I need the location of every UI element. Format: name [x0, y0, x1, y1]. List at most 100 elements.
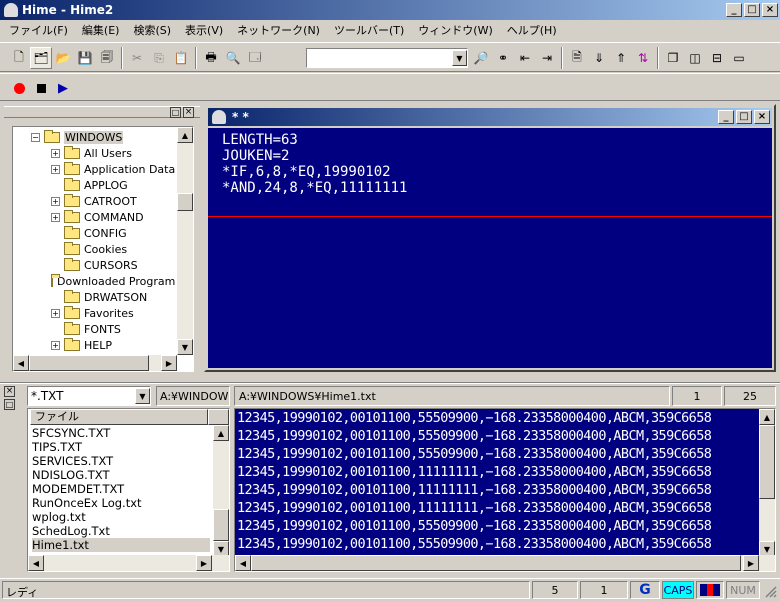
- file-list-item[interactable]: NDISLOG.TXT: [32, 468, 210, 482]
- copy-icon[interactable]: ⎘: [148, 47, 170, 69]
- expand-icon[interactable]: +: [51, 164, 60, 174]
- file-list-item[interactable]: SFCSYNC.TXT: [32, 426, 210, 440]
- menu-toolbar[interactable]: ツールバー(T): [327, 21, 411, 41]
- page-setup-icon[interactable]: 🗔: [244, 47, 266, 69]
- scroll-left-icon[interactable]: ◀: [13, 355, 29, 371]
- tree-item[interactable]: Downloaded Program Files: [13, 273, 193, 289]
- chevron-down-icon[interactable]: ▼: [135, 388, 150, 404]
- tree-hscrollbar[interactable]: ◀ ▶: [13, 355, 177, 371]
- find-next-icon[interactable]: ⇥: [536, 47, 558, 69]
- hscroll-thumb[interactable]: [29, 355, 149, 371]
- save-icon[interactable]: 💾: [74, 47, 96, 69]
- chevron-down-icon[interactable]: ▼: [452, 50, 467, 66]
- scroll-down-icon[interactable]: ▼: [177, 339, 193, 355]
- print-preview-icon[interactable]: 🔍: [222, 47, 244, 69]
- scroll-thumb[interactable]: [213, 509, 229, 541]
- splitter[interactable]: [0, 382, 780, 384]
- scroll-right-icon[interactable]: ▶: [196, 555, 212, 571]
- record-icon[interactable]: [8, 77, 30, 99]
- page-icon[interactable]: 🗎: [566, 47, 588, 69]
- tile-horizontal-icon[interactable]: ⊟: [706, 47, 728, 69]
- page-up-icon[interactable]: ⇑: [610, 47, 632, 69]
- save-all-icon[interactable]: 🗐: [96, 47, 118, 69]
- open-folder-icon[interactable]: 📂: [52, 47, 74, 69]
- scroll-up-icon[interactable]: ▲: [177, 127, 193, 143]
- stop-icon[interactable]: [30, 77, 52, 99]
- tree-root[interactable]: − WINDOWS: [13, 129, 177, 145]
- menu-search[interactable]: 検索(S): [126, 21, 178, 41]
- editor-text-area[interactable]: LENGTH=63 JOUKEN=2 *IF,6,8,*EQ,19990102 *AN…: [208, 128, 772, 368]
- expand-icon[interactable]: +: [51, 148, 60, 158]
- file-list[interactable]: ファイル SFCSYNC.TXT TIPS.TXT SERVICES.TXT NDIS…: [27, 408, 230, 572]
- maximize-button[interactable]: □: [744, 3, 760, 17]
- editor-close-button[interactable]: ×: [754, 110, 770, 124]
- tree-view-icon[interactable]: 🗂: [30, 47, 52, 69]
- menu-network[interactable]: ネットワーク(N): [230, 21, 327, 41]
- tree-item[interactable]: FONTS: [13, 321, 177, 337]
- file-list-item[interactable]: MODEMDET.TXT: [32, 482, 210, 496]
- scroll-left-icon[interactable]: ◀: [28, 555, 44, 571]
- file-list-item[interactable]: wplog.txt: [32, 510, 210, 524]
- scroll-thumb[interactable]: [177, 193, 193, 211]
- print-icon[interactable]: 🖶: [200, 47, 222, 69]
- filelist-vscrollbar[interactable]: ▲ ▼: [213, 425, 229, 557]
- minimize-button[interactable]: _: [726, 3, 742, 17]
- editor-minimize-button[interactable]: _: [718, 110, 734, 124]
- expand-icon[interactable]: +: [51, 340, 60, 350]
- filter-input[interactable]: *.TXT: [31, 389, 63, 403]
- file-list-item[interactable]: TIPS.TXT: [32, 440, 210, 454]
- data-vscrollbar[interactable]: ▲ ▼: [759, 409, 775, 557]
- scroll-up-icon[interactable]: ▲: [213, 425, 229, 441]
- tree-item[interactable]: Cookies: [13, 241, 177, 257]
- cascade-icon[interactable]: ❐: [662, 47, 684, 69]
- scroll-right-icon[interactable]: ▶: [161, 355, 177, 371]
- close-button[interactable]: ×: [762, 3, 778, 17]
- data-hscrollbar[interactable]: ◀ ▶: [235, 555, 775, 571]
- tree-item[interactable]: + Favorites: [13, 305, 177, 321]
- tree-item[interactable]: + All Users: [13, 145, 177, 161]
- swap-icon[interactable]: ⇅: [632, 47, 654, 69]
- menu-window[interactable]: ウィンドウ(W): [411, 21, 499, 41]
- menu-file[interactable]: ファイル(F): [2, 21, 75, 41]
- scroll-right-icon[interactable]: ▶: [743, 555, 759, 571]
- cut-icon[interactable]: ✂: [126, 47, 148, 69]
- tree-vscrollbar[interactable]: ▲ ▼: [177, 127, 193, 355]
- new-file-icon[interactable]: 🗋: [8, 47, 30, 69]
- tree-item[interactable]: + Application Data: [13, 161, 177, 177]
- filelist-hscrollbar[interactable]: ◀ ▶: [28, 555, 229, 571]
- data-view[interactable]: 12345,19990102,00101100,55509900,−168.23…: [234, 408, 776, 572]
- menu-view[interactable]: 表示(V): [178, 21, 230, 41]
- search-combobox[interactable]: ▼: [306, 48, 468, 68]
- menu-help[interactable]: ヘルプ(H): [500, 21, 564, 41]
- tree-item[interactable]: CURSORS: [13, 257, 177, 273]
- scroll-left-icon[interactable]: ◀: [235, 555, 251, 571]
- hscroll-thumb[interactable]: [251, 555, 741, 571]
- expand-icon[interactable]: +: [51, 196, 60, 206]
- filter-combobox[interactable]: *.TXT ▼: [27, 386, 151, 406]
- tree-item[interactable]: + HELP: [13, 337, 177, 353]
- expand-icon[interactable]: +: [51, 308, 60, 318]
- expand-icon[interactable]: +: [51, 212, 60, 222]
- file-list-item[interactable]: SchedLog.Txt: [32, 524, 210, 538]
- find-icon[interactable]: 🔎: [470, 47, 492, 69]
- binoculars-icon[interactable]: ⚭: [492, 47, 514, 69]
- paste-icon[interactable]: 📋: [170, 47, 192, 69]
- pane-restore-icon[interactable]: □: [170, 107, 181, 118]
- resize-grip-icon[interactable]: [762, 583, 778, 599]
- scroll-up-icon[interactable]: ▲: [759, 409, 775, 425]
- tree-item[interactable]: APPLOG: [13, 177, 177, 193]
- bottom-pane-close-icon[interactable]: ×: [4, 386, 15, 397]
- editor-maximize-button[interactable]: □: [736, 110, 752, 124]
- file-list-header[interactable]: ファイル: [30, 409, 208, 425]
- tree-item[interactable]: CONFIG: [13, 225, 177, 241]
- play-icon[interactable]: ▶: [52, 77, 74, 99]
- menu-edit[interactable]: 編集(E): [75, 21, 127, 41]
- collapse-icon[interactable]: −: [31, 132, 40, 142]
- single-window-icon[interactable]: ▭: [728, 47, 750, 69]
- tree-item[interactable]: + COMMAND: [13, 209, 177, 225]
- scroll-thumb[interactable]: [759, 425, 775, 499]
- find-prev-icon[interactable]: ⇤: [514, 47, 536, 69]
- file-list-item[interactable]: Hime1.txt: [32, 538, 210, 552]
- bottom-pane-restore-icon[interactable]: □: [4, 399, 15, 410]
- tile-vertical-icon[interactable]: ◫: [684, 47, 706, 69]
